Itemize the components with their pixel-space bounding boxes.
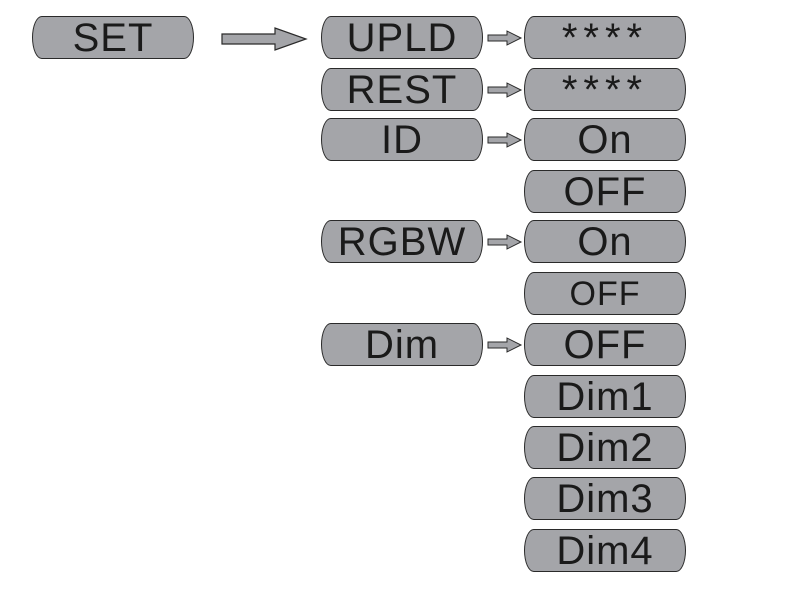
arrow-icon	[487, 234, 523, 250]
option-id-on: On	[524, 118, 686, 161]
option-dim3: Dim3	[524, 477, 686, 520]
option-rgbw-off: OFF	[524, 272, 686, 315]
option-upld-value: ****	[524, 16, 686, 59]
menu-item-id: ID	[321, 118, 483, 161]
option-dim4: Dim4	[524, 529, 686, 572]
main-arrow-icon	[221, 27, 308, 51]
option-dim2: Dim2	[524, 426, 686, 469]
option-dim1: Dim1	[524, 375, 686, 418]
menu-item-dim: Dim	[321, 323, 483, 366]
menu-diagram: SET UPLD REST ID RGBW Dim **** **** On O…	[0, 0, 797, 590]
arrow-icon	[487, 132, 523, 148]
arrow-icon	[487, 82, 523, 98]
arrow-icon	[487, 30, 523, 46]
option-rest-value: ****	[524, 68, 686, 111]
menu-item-rgbw: RGBW	[321, 220, 483, 263]
arrow-icon	[487, 337, 523, 353]
option-rgbw-on: On	[524, 220, 686, 263]
menu-item-rest: REST	[321, 68, 483, 111]
menu-item-upld: UPLD	[321, 16, 483, 59]
option-dim-off: OFF	[524, 323, 686, 366]
set-box: SET	[32, 16, 194, 59]
option-id-off: OFF	[524, 170, 686, 213]
